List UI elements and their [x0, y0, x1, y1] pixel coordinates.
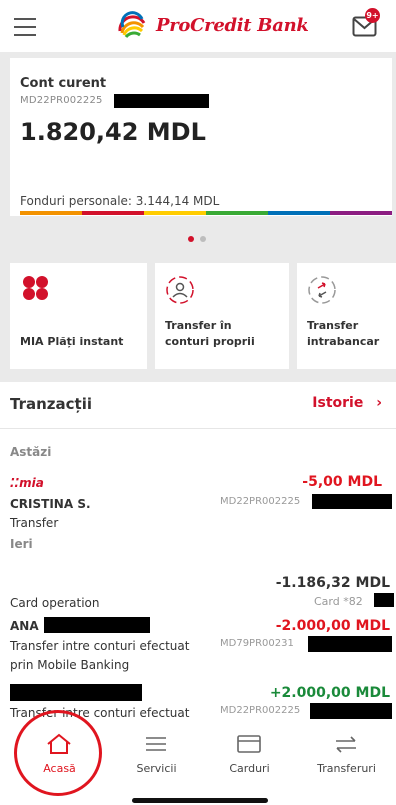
- transactions-section: Tranzacții Istorie › Astăzi ⁚⁚mia -5,00 …: [0, 382, 396, 720]
- account-card[interactable]: Cont curent MD22PR002225 1.820,42 MDL Fo…: [10, 58, 392, 216]
- transfer-arrows-icon: [336, 736, 356, 753]
- procredit-logo-icon: [117, 10, 147, 40]
- transaction-description-line1: Transfer intre conturi efectuat: [10, 639, 190, 653]
- redaction-mask: [308, 636, 392, 652]
- transaction-description: Card operation: [10, 596, 100, 610]
- carousel-pager[interactable]: [188, 236, 212, 242]
- redaction-mask: [374, 593, 394, 607]
- redaction-mask: [310, 703, 392, 719]
- bank-logo: ProCredit Bank: [116, 8, 309, 42]
- pager-dot[interactable]: [200, 236, 206, 242]
- transaction-account: MD79PR00231: [220, 638, 294, 649]
- transaction-type: Transfer: [10, 516, 59, 530]
- bank-name: ProCredit Bank: [156, 14, 309, 36]
- quick-action-mia[interactable]: MIA Plăți instant: [10, 263, 147, 369]
- brand-stripe: [20, 211, 392, 215]
- transaction-amount: -2.000,00 MDL: [275, 618, 390, 634]
- history-link[interactable]: Istorie ›: [312, 395, 382, 411]
- mia-logo: ⁚⁚mia: [10, 476, 44, 490]
- quick-action-intrabank[interactable]: Transfer intrabancar: [297, 263, 396, 369]
- redaction-mask: [312, 494, 392, 509]
- transaction-name: ANA: [10, 619, 39, 633]
- own-accounts-transfer-icon: [166, 276, 194, 304]
- nav-services[interactable]: Servicii: [107, 720, 206, 790]
- transactions-title: Tranzacții: [10, 395, 92, 413]
- nav-label: Carduri: [229, 762, 270, 775]
- quick-action-label-line2: intrabancar: [307, 335, 380, 348]
- list-icon: [146, 737, 166, 751]
- app-header: ProCredit Bank 9+: [0, 0, 396, 52]
- intrabank-transfer-icon: [308, 276, 336, 304]
- quick-action-label: MIA Plăți instant: [20, 335, 124, 348]
- unread-badge: 9+: [365, 8, 380, 23]
- nav-transfers[interactable]: Transferuri: [297, 720, 396, 790]
- menu-icon[interactable]: [14, 18, 36, 36]
- highlight-circle: [14, 710, 102, 796]
- transaction-amount: -1.186,32 MDL: [275, 575, 390, 591]
- quick-action-label-line2: conturi proprii: [165, 335, 255, 348]
- redaction-mask: [10, 684, 142, 701]
- transaction-name: CRISTINA S.: [10, 497, 91, 511]
- day-label-yesterday: Ieri: [10, 537, 33, 551]
- messages-button[interactable]: 9+: [352, 8, 382, 40]
- redaction-mask: [114, 94, 209, 108]
- account-balance: 1.820,42 MDL: [20, 118, 206, 146]
- day-label-today: Astăzi: [10, 445, 52, 459]
- account-title: Cont curent: [20, 76, 107, 91]
- transaction-account: Card *82: [314, 595, 363, 608]
- transaction-amount: -5,00 MDL: [302, 474, 382, 490]
- nav-label: Servicii: [136, 762, 177, 775]
- chevron-right-icon: ›: [376, 395, 382, 411]
- history-label: Istorie: [312, 395, 364, 411]
- transaction-description-line2: prin Mobile Banking: [10, 658, 130, 672]
- quick-action-own-accounts[interactable]: Transfer în conturi proprii: [155, 263, 289, 369]
- nav-label: Transferuri: [317, 762, 376, 775]
- mia-logo-text: mia: [19, 476, 44, 490]
- divider: [0, 428, 396, 429]
- card-icon: [237, 735, 261, 753]
- mia-dots-icon: ⁚⁚: [10, 476, 20, 490]
- quick-action-label-line1: Transfer în: [165, 319, 232, 332]
- pager-dot-active[interactable]: [188, 236, 194, 242]
- nav-cards[interactable]: Carduri: [200, 720, 299, 790]
- quick-action-label-line1: Transfer: [307, 319, 359, 332]
- transaction-amount: +2.000,00 MDL: [269, 685, 390, 701]
- transaction-account: MD22PR002225: [220, 496, 301, 507]
- home-indicator[interactable]: [132, 798, 268, 803]
- personal-funds: Fonduri personale: 3.144,14 MDL: [20, 194, 220, 208]
- account-iban: MD22PR002225: [20, 95, 103, 106]
- transaction-account: MD22PR002225: [220, 705, 301, 716]
- mia-icon: [23, 276, 48, 300]
- redaction-mask: [44, 617, 150, 633]
